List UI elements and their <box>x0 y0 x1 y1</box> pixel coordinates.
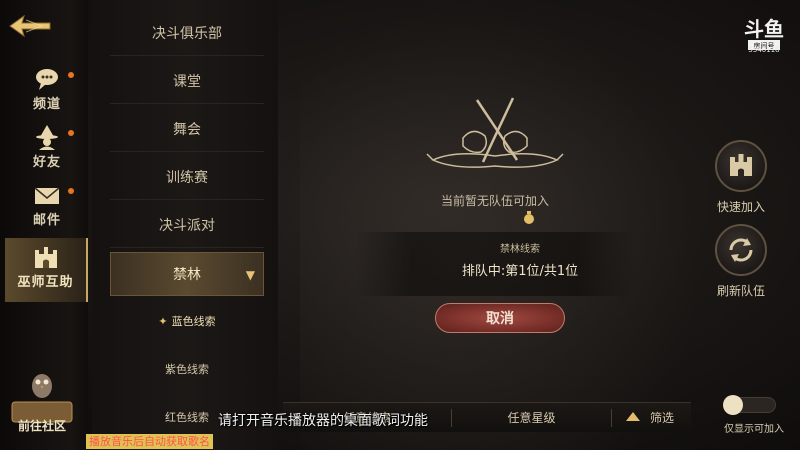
queue-status-box: 禁林线索 排队中:第1位/共1位 <box>355 211 635 296</box>
refresh-icon <box>715 224 767 276</box>
filter-arrow-icon <box>626 412 640 421</box>
castle-icon <box>34 247 57 268</box>
bubble-icon <box>36 69 58 90</box>
submenu-training[interactable]: 训练赛 <box>110 156 264 200</box>
cancel-button[interactable]: 取消 <box>435 303 565 333</box>
lantern-icon <box>524 211 534 224</box>
wizard-icon <box>36 125 58 150</box>
nav-friends-label: 好友 <box>32 155 61 170</box>
svg-text:斗鱼: 斗鱼 <box>744 17 784 41</box>
nav-channel-label: 频道 <box>32 97 61 112</box>
community-label: 前往社区 <box>17 419 66 433</box>
team-queue-panel: 当前暂无队伍可加入 禁林线索 排队中:第1位/共1位 取消 <box>330 70 660 340</box>
quick-join-label: 快速加入 <box>716 200 765 214</box>
filter-button[interactable]: 筛选 <box>612 403 691 433</box>
stream-subtitle: 请打开音乐播放器的桌面歌词功能 <box>218 413 428 429</box>
stream-song-overlay: 播放音乐后自动获取歌名 <box>86 434 213 449</box>
room-id: 5540118 <box>748 46 780 54</box>
chevron-down-icon: ▼ <box>245 268 255 282</box>
clue-purple[interactable]: 紫色线索 <box>110 348 264 392</box>
back-arrow-icon[interactable] <box>6 10 54 42</box>
notification-badge <box>68 130 74 136</box>
clue-blue-label: 蓝色线索 <box>171 315 216 328</box>
clue-blue[interactable]: ✦ 蓝色线索 <box>110 300 264 344</box>
submenu-classroom[interactable]: 课堂 <box>110 60 264 104</box>
nav-friends[interactable]: 好友 <box>18 124 76 178</box>
submenu-forbidden-forest-label: 禁林 <box>173 267 201 283</box>
owl-icon <box>11 374 73 423</box>
star-filter-dropdown[interactable]: 任意星级 <box>452 403 611 433</box>
only-joinable-label: 仅显示可加入 <box>724 424 784 435</box>
quick-join-button[interactable]: 快速加入 <box>711 140 771 215</box>
submenu-forbidden-forest[interactable]: 禁林 ▼ <box>110 252 264 296</box>
submenu-dance[interactable]: 舞会 <box>110 108 264 152</box>
submenu-duel-club[interactable]: 决斗俱乐部 <box>110 12 264 56</box>
game-screen: 频道 好友 邮件 巫师互助 前往社区 决斗俱乐部 课堂 舞会 训练赛 决斗派对 … <box>0 0 800 450</box>
refresh-teams-label: 刷新队伍 <box>716 284 765 298</box>
castle-join-icon <box>715 140 767 192</box>
toggle-knob <box>723 395 743 415</box>
only-joinable-toggle[interactable] <box>723 395 776 415</box>
nav-wizard-help-label: 巫师互助 <box>17 275 74 290</box>
activity-submenu: 决斗俱乐部 课堂 舞会 训练赛 决斗派对 禁林 ▼ ✦ 蓝色线索 紫色线索 红色线… <box>92 0 278 450</box>
nav-wizard-help[interactable]: 巫师互助 <box>5 238 88 302</box>
submenu-duel-party[interactable]: 决斗派对 <box>110 204 264 248</box>
community-button[interactable]: 前往社区 <box>8 368 76 440</box>
refresh-teams-button[interactable]: 刷新队伍 <box>711 224 771 299</box>
no-team-text: 当前暂无队伍可加入 <box>440 194 549 208</box>
star-icon: ✦ <box>158 315 168 328</box>
nav-mail-label: 邮件 <box>32 213 61 228</box>
forest-clue-label: 禁林线索 <box>500 244 540 255</box>
queue-position-text: 排队中:第1位/共1位 <box>461 264 579 279</box>
filter-label: 筛选 <box>650 411 675 425</box>
envelope-icon <box>34 187 60 204</box>
notification-badge <box>68 188 74 194</box>
nav-mail[interactable]: 邮件 <box>18 182 76 236</box>
notification-badge <box>68 72 74 78</box>
crossed-wands-emblem <box>426 97 564 168</box>
left-nav: 频道 好友 邮件 巫师互助 前往社区 <box>0 0 88 450</box>
nav-channel[interactable]: 频道 <box>18 66 76 120</box>
